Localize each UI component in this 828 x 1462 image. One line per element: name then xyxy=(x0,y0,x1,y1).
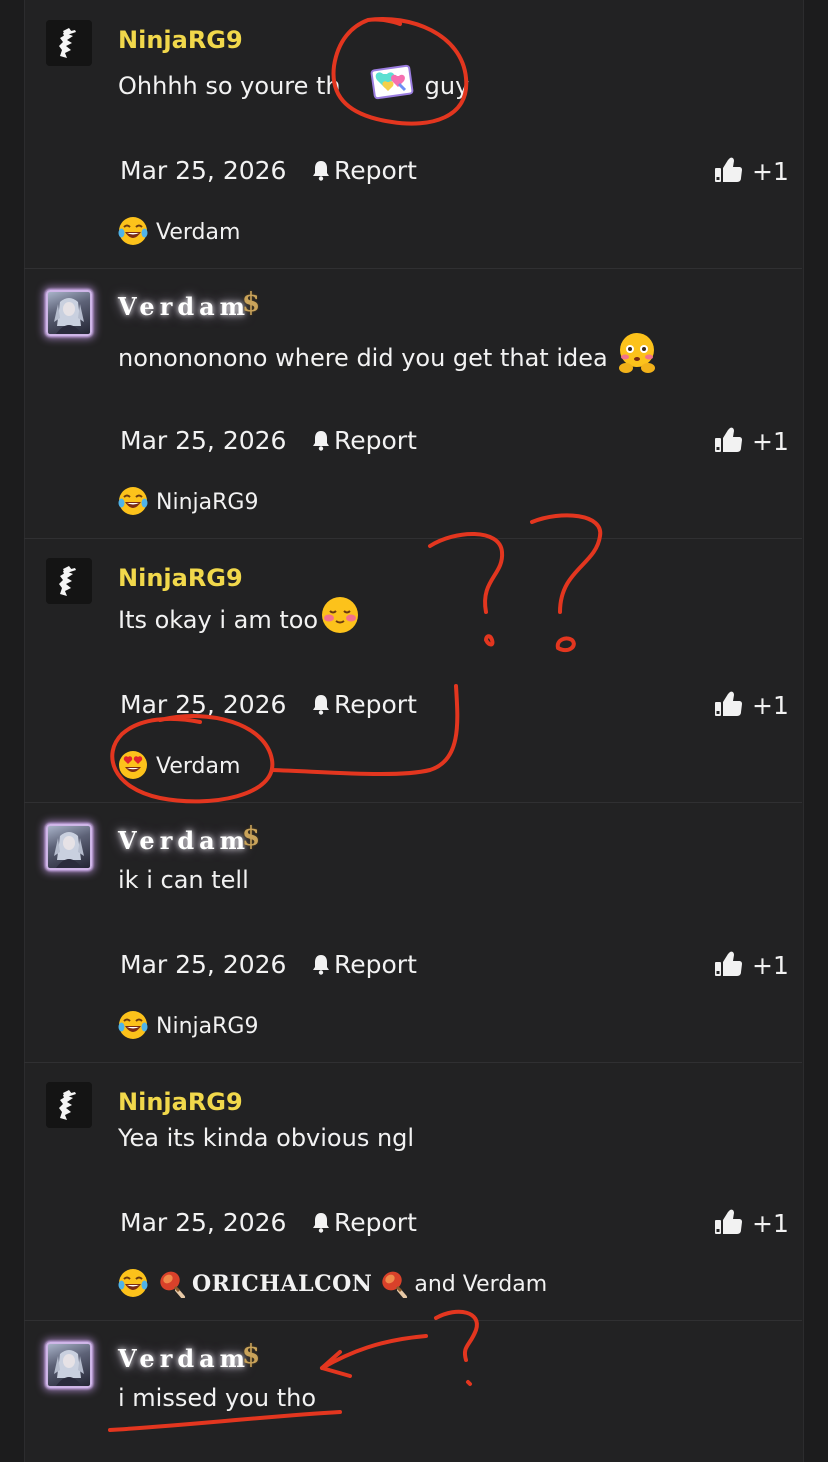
message-text: Ohhhh so youre th guy xyxy=(118,64,470,100)
username[interactable]: Verdam xyxy=(118,826,250,855)
comment-post: NinjaRG9 Its okay i am too Mar 25, 2026 Rep… xyxy=(24,538,802,802)
comment-post: Verdam $ nonononono where did you get that… xyxy=(24,268,802,538)
verdam-avatar[interactable] xyxy=(46,824,92,870)
ninja-glyph-icon xyxy=(46,558,92,604)
reaction-user-badge[interactable]: ORICHALCON xyxy=(192,1271,372,1297)
heart-eyes-emoji xyxy=(119,751,147,779)
post-date: Mar 25, 2026 xyxy=(120,950,287,979)
like-count: +1 xyxy=(752,427,789,456)
message-text-main: Its okay i am too xyxy=(118,606,319,634)
reaction-row[interactable]: ORICHALCON and Verdam xyxy=(118,1268,547,1298)
report-button[interactable]: Report xyxy=(310,690,417,719)
ninja-glyph-icon xyxy=(46,1082,92,1128)
message-text-tail: guy xyxy=(424,72,470,100)
username[interactable]: NinjaRG9 xyxy=(118,26,243,54)
report-button[interactable]: Report xyxy=(310,426,417,455)
reaction-row[interactable]: NinjaRG9 xyxy=(118,1010,258,1040)
like-button[interactable]: +1 xyxy=(714,426,789,456)
message-text-main: nonononono where did you get that idea xyxy=(118,344,608,372)
laughing-crying-emoji xyxy=(118,1268,148,1298)
post-date: Mar 25, 2026 xyxy=(120,1208,287,1237)
reaction-users[interactable]: and Verdam xyxy=(414,1272,547,1297)
bell-icon xyxy=(313,955,329,975)
report-label: Report xyxy=(334,156,417,185)
like-count: +1 xyxy=(752,691,789,720)
username[interactable]: NinjaRG9 xyxy=(118,564,243,592)
comment-post: Verdam $ i missed you tho xyxy=(24,1320,802,1462)
message-text-main: Ohhhh so youre th xyxy=(118,72,341,100)
laughing-crying-emoji xyxy=(118,1010,148,1040)
laughing-crying-emoji xyxy=(118,486,148,516)
blushing-hands-emoji xyxy=(618,333,655,373)
reaction-users[interactable]: Verdam xyxy=(156,754,240,779)
character-portrait-icon xyxy=(54,832,84,868)
rainbow-hearts-sticker xyxy=(370,64,414,100)
comment-post: NinjaRG9 Ohhhh so youre th guy Mar 25, 2026… xyxy=(24,0,802,268)
message-text-main: ik i can tell xyxy=(118,866,249,894)
thumbs-up-icon xyxy=(715,427,742,452)
message-text-main: Yea its kinda obvious ngl xyxy=(118,1124,415,1152)
reaction-row[interactable]: Verdam xyxy=(118,750,240,780)
reaction-users[interactable]: NinjaRG9 xyxy=(156,490,258,515)
report-label: Report xyxy=(334,950,417,979)
report-button[interactable]: Report xyxy=(310,1208,417,1237)
laughing-crying-emoji xyxy=(118,216,148,246)
character-portrait-icon xyxy=(54,1350,84,1386)
post-date: Mar 25, 2026 xyxy=(120,426,287,455)
comment-post: NinjaRG9 Yea its kinda obvious ngl Mar 25,… xyxy=(24,1062,802,1320)
bell-icon xyxy=(313,161,329,181)
like-count: +1 xyxy=(752,1209,789,1238)
bell-icon xyxy=(313,695,329,715)
reaction-row[interactable]: NinjaRG9 xyxy=(118,486,258,516)
like-button[interactable]: +1 xyxy=(714,950,789,980)
reaction-row[interactable]: Verdam xyxy=(118,216,240,246)
like-button[interactable]: +1 xyxy=(714,1208,789,1238)
ninja-avatar[interactable] xyxy=(46,1082,92,1128)
verdam-avatar[interactable] xyxy=(46,290,92,336)
like-count: +1 xyxy=(752,951,789,980)
ninja-avatar[interactable] xyxy=(46,20,92,66)
reaction-users[interactable]: NinjaRG9 xyxy=(156,1014,258,1039)
report-label: Report xyxy=(334,690,417,719)
like-button[interactable]: +1 xyxy=(714,690,789,720)
like-button[interactable]: +1 xyxy=(714,156,789,186)
like-count: +1 xyxy=(752,157,789,186)
bell-icon xyxy=(313,431,329,451)
message-text: Yea its kinda obvious ngl xyxy=(118,1124,414,1152)
message-text: i missed you tho xyxy=(118,1384,316,1412)
thumbs-up-icon xyxy=(715,691,742,716)
thumbs-up-icon xyxy=(715,1209,742,1234)
dollar-badge: $ xyxy=(242,822,261,852)
username[interactable]: Verdam xyxy=(118,292,250,321)
relieved-blush-emoji xyxy=(322,597,359,633)
dollar-badge: $ xyxy=(242,1340,261,1370)
comment-post: Verdam $ ik i can tell Mar 25, 2026 Report +1… xyxy=(24,802,802,1062)
verdam-avatar[interactable] xyxy=(46,1342,92,1388)
ninja-avatar[interactable] xyxy=(46,558,92,604)
report-button[interactable]: Report xyxy=(310,156,417,185)
message-text: nonononono where did you get that idea xyxy=(118,333,660,376)
username[interactable]: Verdam xyxy=(118,1344,250,1373)
message-text: ik i can tell xyxy=(118,866,249,894)
post-date: Mar 25, 2026 xyxy=(120,690,287,719)
message-text-main: i missed you tho xyxy=(118,1384,317,1412)
report-label: Report xyxy=(334,1208,417,1237)
dollar-badge: $ xyxy=(242,288,261,318)
username[interactable]: NinjaRG9 xyxy=(118,1088,243,1116)
message-text: Its okay i am too xyxy=(118,597,360,635)
torch-icon xyxy=(156,1268,186,1298)
thumbs-up-icon xyxy=(715,951,742,976)
report-button[interactable]: Report xyxy=(310,950,417,979)
report-label: Report xyxy=(334,426,417,455)
ninja-glyph-icon xyxy=(46,20,92,66)
character-portrait-icon xyxy=(54,298,84,334)
reaction-users[interactable]: Verdam xyxy=(156,220,240,245)
bell-icon xyxy=(313,1213,329,1233)
thumbs-up-icon xyxy=(715,157,742,182)
torch-icon xyxy=(378,1268,408,1298)
post-date: Mar 25, 2026 xyxy=(120,156,287,185)
